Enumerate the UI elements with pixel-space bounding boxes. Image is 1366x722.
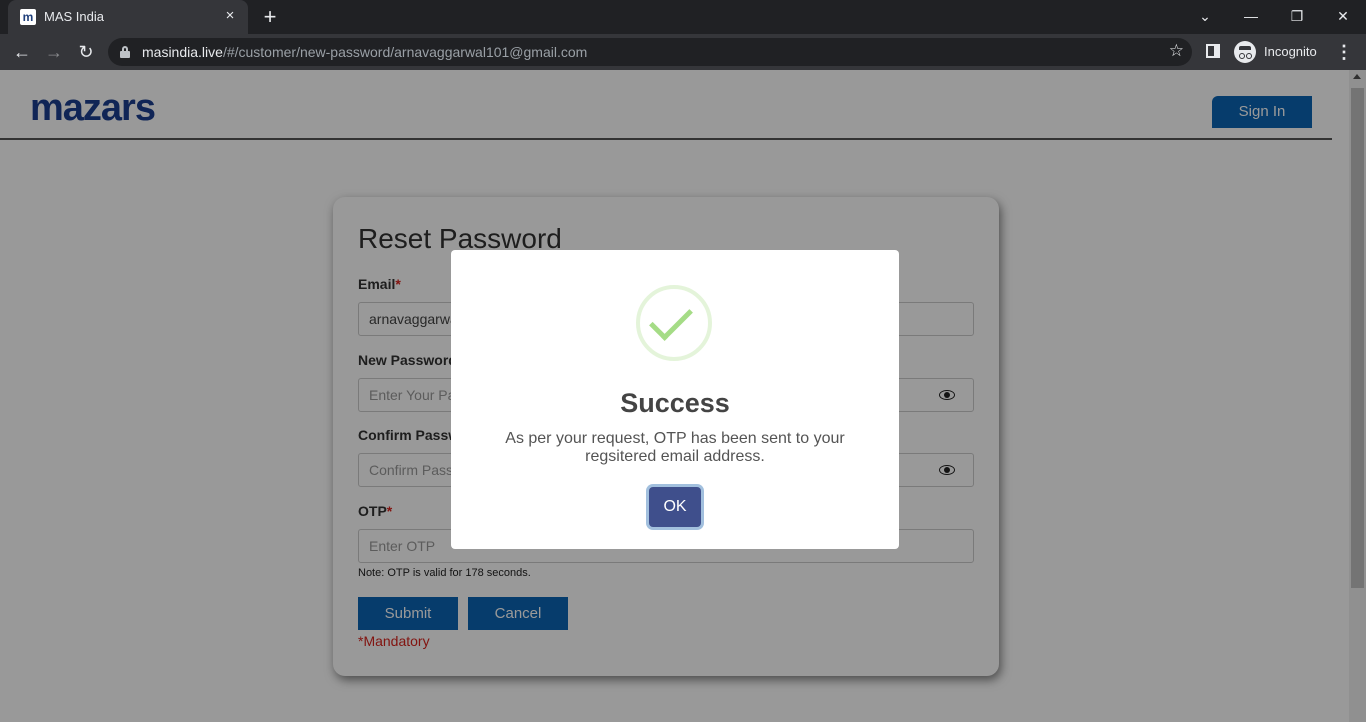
url-text: masindia.live/#/customer/new-password/ar… <box>142 44 587 60</box>
url-host: masindia.live <box>142 44 223 60</box>
side-panel-icon[interactable] <box>1206 44 1220 58</box>
incognito-icon[interactable] <box>1234 41 1256 63</box>
dialog-title: Success <box>620 388 730 418</box>
dialog-message: As per your request, OTP has been sent t… <box>505 430 845 465</box>
incognito-label[interactable]: Incognito <box>1264 44 1317 59</box>
reload-icon[interactable]: ↻ <box>72 38 100 66</box>
forward-icon[interactable]: → <box>40 38 68 66</box>
back-icon[interactable]: ← <box>8 38 36 66</box>
ok-button[interactable]: OK <box>649 487 701 527</box>
window-close-icon[interactable]: ✕ <box>1328 2 1358 30</box>
success-check-icon <box>636 285 712 361</box>
favicon-icon: m <box>20 9 36 25</box>
tab-strip: m MAS India × + ⌄ — ❐ ✕ <box>0 0 1366 34</box>
restore-icon[interactable]: ❐ <box>1282 2 1312 30</box>
tab-close-icon[interactable]: × <box>220 6 240 26</box>
tab-search-chevron-icon[interactable]: ⌄ <box>1190 2 1220 30</box>
minimize-icon[interactable]: — <box>1236 2 1266 30</box>
browser-toolbar: ← → ↻ masindia.live/#/customer/new-passw… <box>0 34 1366 70</box>
url-path: /#/customer/new-password/arnavaggarwal10… <box>222 44 588 60</box>
page-viewport: mazars Sign In Reset Password Email* New… <box>0 70 1366 722</box>
tab-title: MAS India <box>44 9 104 24</box>
lock-icon[interactable] <box>120 46 130 58</box>
browser-menu-icon[interactable]: ⋮ <box>1334 38 1354 66</box>
browser-tab[interactable]: m MAS India × <box>8 0 248 34</box>
bookmark-star-icon[interactable]: ☆ <box>1169 41 1184 61</box>
address-bar[interactable]: masindia.live/#/customer/new-password/ar… <box>108 38 1192 66</box>
new-tab-icon[interactable]: + <box>258 5 282 29</box>
success-dialog: Success As per your request, OTP has bee… <box>451 250 899 549</box>
